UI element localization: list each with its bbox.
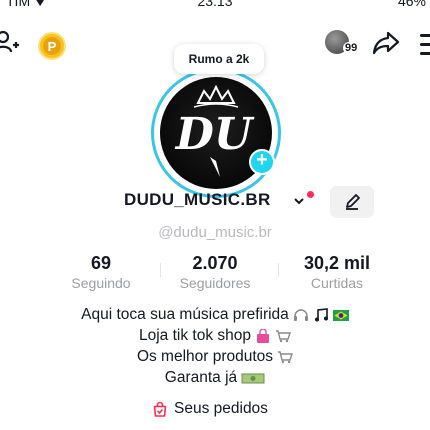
username[interactable]: DUDU_MUSIC.BR [124, 190, 271, 210]
following-label: Seguindo [71, 275, 131, 291]
bio-line: Garanta já [164, 369, 238, 386]
profile-handle: @dudu_music.br [158, 224, 272, 241]
menu-icon[interactable] [420, 30, 430, 60]
status-bar: TIM 23:13 46% [0, 0, 430, 11]
stat-followers[interactable]: 2.070 Seguidores [170, 253, 260, 291]
followers-label: Seguidores [179, 275, 251, 291]
stat-divider [278, 263, 279, 277]
add-user-icon[interactable] [0, 30, 20, 54]
add-story-button[interactable]: + [249, 149, 275, 175]
bio-line: Aqui toca sua música prefirida [81, 306, 289, 323]
logo-text: DU [174, 109, 255, 160]
username-row: DUDU_MUSIC.BR [0, 186, 430, 218]
profile-visitors-count[interactable]: 99 [343, 42, 360, 54]
share-icon[interactable] [372, 30, 400, 56]
orders-link[interactable]: Seus pedidos [152, 400, 268, 418]
followers-count: 2.070 [192, 253, 238, 273]
stat-divider [160, 263, 161, 277]
likes-label: Curtidas [310, 275, 364, 291]
headphones-icon [293, 308, 308, 321]
likes-count: 30,2 mil [303, 253, 371, 273]
cart-icon [278, 350, 294, 363]
goal-bubble[interactable]: Rumo a 2k [174, 44, 264, 74]
bio-line: Loja tik tok shop [138, 327, 251, 344]
battery-level: 46% [397, 0, 426, 9]
clock: 23:13 [197, 0, 233, 9]
coin-icon[interactable]: P [38, 32, 66, 60]
stat-likes[interactable]: 30,2 mil Curtidas [292, 253, 382, 291]
bio-line: Os melhor produtos [136, 348, 274, 365]
stat-following[interactable]: 69 Seguindo [61, 253, 141, 291]
pencil-icon [346, 194, 360, 210]
profile-bio: Aqui toca sua música prefirida Loja tik … [0, 304, 430, 388]
shopping-bag-icon [257, 328, 269, 343]
chevron-down-icon[interactable] [294, 196, 304, 206]
brazil-flag-icon [332, 309, 349, 321]
following-count: 69 [90, 253, 112, 273]
notification-dot [307, 191, 314, 198]
orders-label: Seus pedidos [174, 400, 268, 417]
cart-icon [276, 329, 291, 342]
edit-profile-button[interactable] [330, 186, 374, 218]
music-note-icon [314, 307, 328, 321]
orders-bag-icon [153, 401, 167, 417]
money-icon [241, 373, 265, 383]
